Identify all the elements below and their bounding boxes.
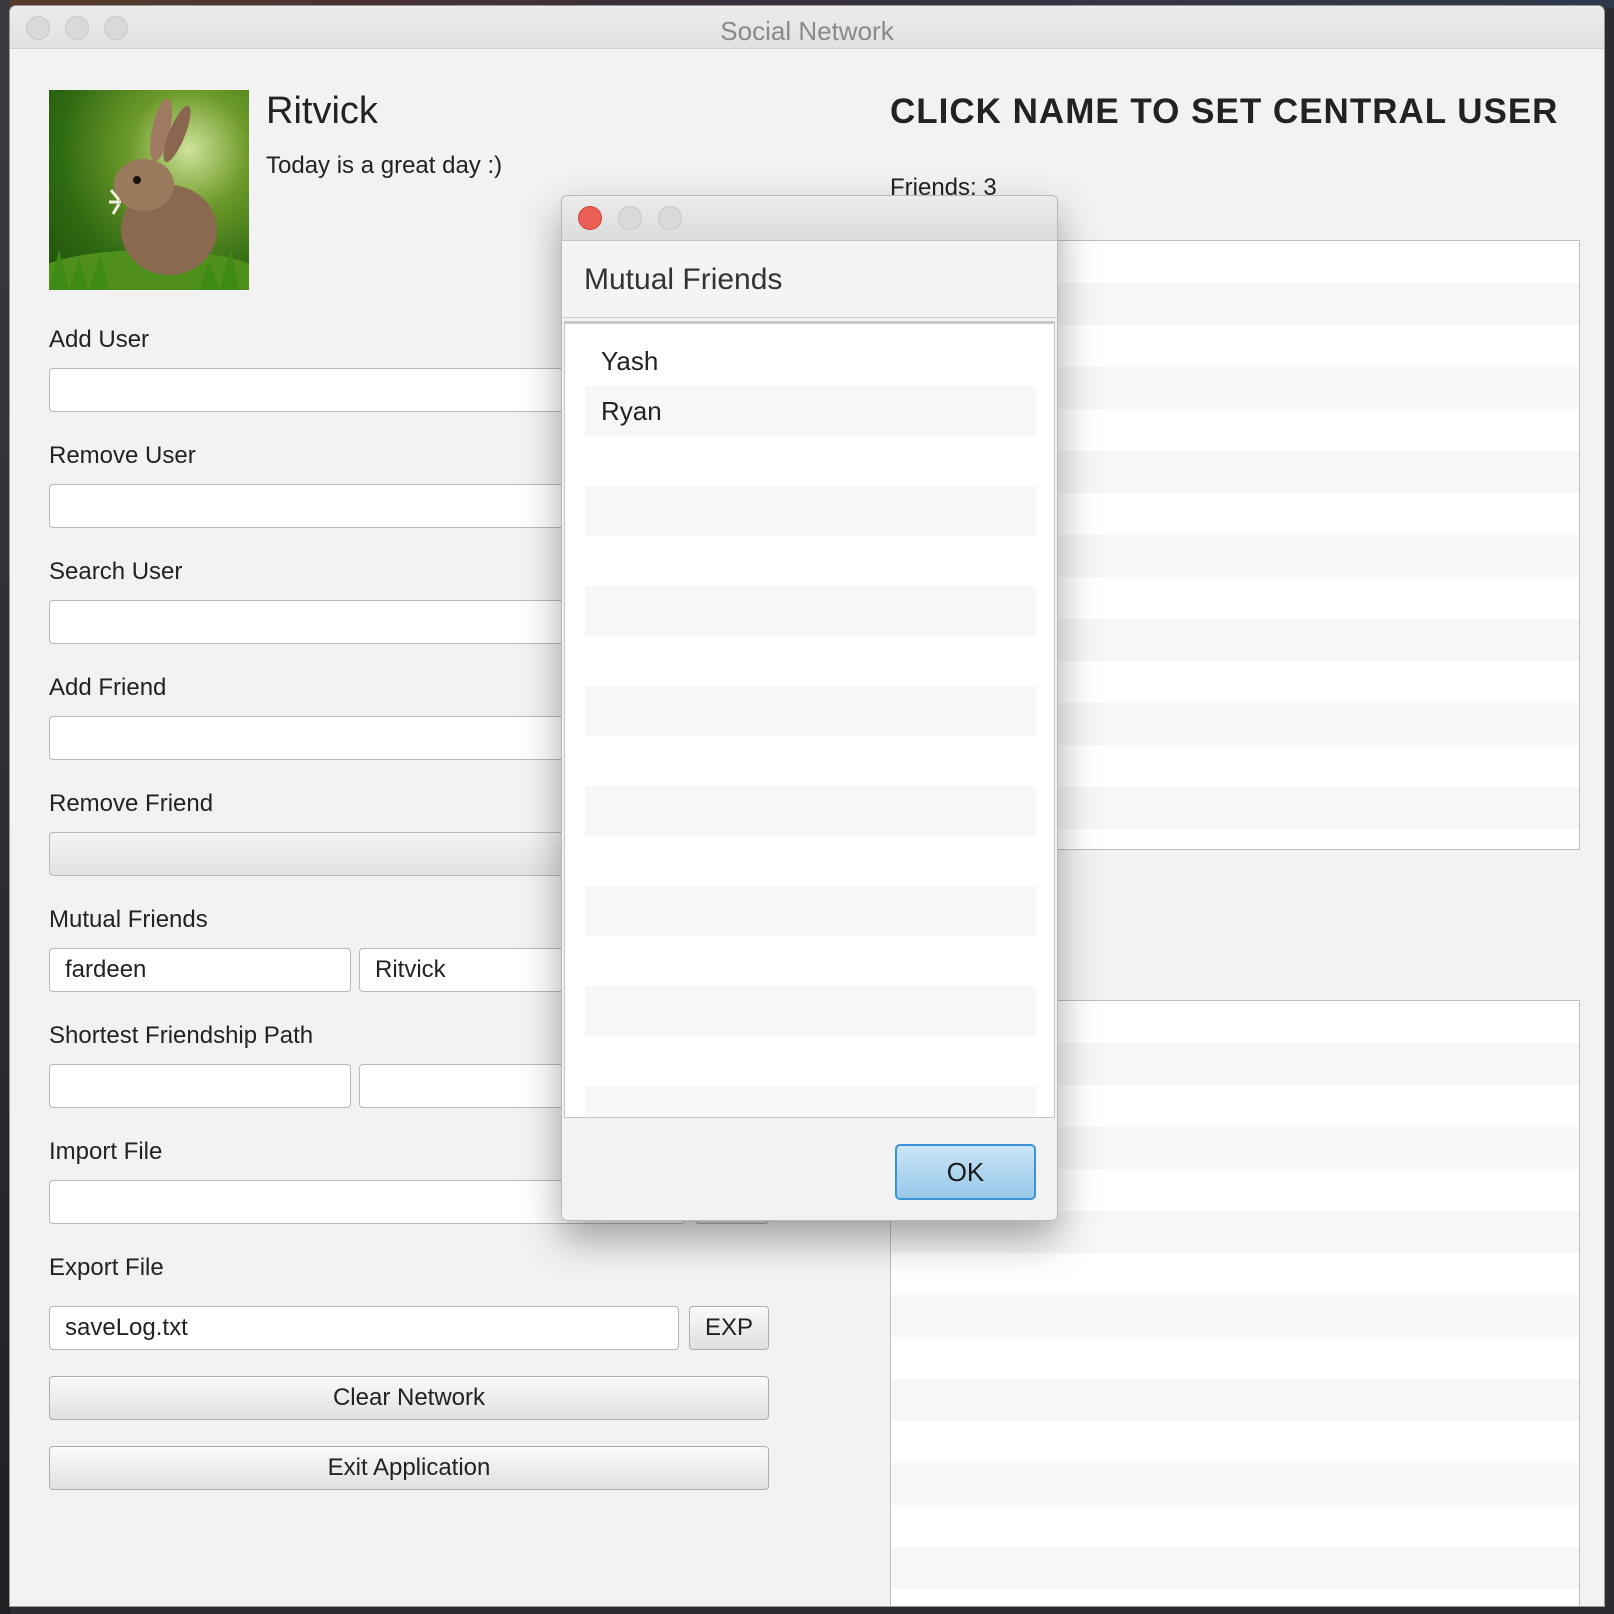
remove-user-label: Remove User xyxy=(49,442,196,469)
empty-row xyxy=(585,536,1036,586)
central-user-heading: CLICK NAME TO SET CENTRAL USER xyxy=(890,92,1559,131)
mutual-friends-label: Mutual Friends xyxy=(49,906,208,933)
empty-row xyxy=(585,636,1036,686)
list-item[interactable]: Yash xyxy=(585,336,1036,386)
empty-row xyxy=(585,836,1036,886)
mutual-friends-dialog: Mutual Friends Yash Ryan OK xyxy=(561,195,1058,1221)
dialog-minimize-button[interactable] xyxy=(618,206,642,230)
dialog-header: Mutual Friends xyxy=(562,241,1057,318)
shortest-path-from-input[interactable] xyxy=(49,1064,351,1108)
empty-row xyxy=(585,1086,1036,1117)
list-item-label: Ryan xyxy=(601,396,662,426)
empty-row xyxy=(585,586,1036,636)
export-file-label: Export File xyxy=(49,1254,164,1281)
empty-row xyxy=(585,1036,1036,1086)
ok-button[interactable]: OK xyxy=(895,1144,1036,1200)
empty-row xyxy=(585,686,1036,736)
add-user-label: Add User xyxy=(49,326,150,353)
empty-row xyxy=(585,986,1036,1036)
remove-friend-label: Remove Friend xyxy=(49,790,214,817)
dialog-title: Mutual Friends xyxy=(584,263,783,296)
background-editor-strip xyxy=(0,0,10,1614)
profile-name: Ritvick xyxy=(266,90,378,132)
empty-row xyxy=(585,936,1036,986)
list-item-label: Yash xyxy=(601,346,659,376)
mutual-friends-list[interactable]: Yash Ryan xyxy=(564,321,1055,1118)
empty-row xyxy=(585,436,1036,486)
empty-row xyxy=(585,786,1036,836)
export-file-input[interactable]: saveLog.txt xyxy=(49,1306,679,1350)
import-file-label: Import File xyxy=(49,1138,163,1165)
list-item[interactable]: Ryan xyxy=(585,386,1036,436)
avatar xyxy=(49,90,249,290)
shortest-path-label: Shortest Friendship Path xyxy=(49,1022,314,1049)
empty-row xyxy=(585,736,1036,786)
exit-application-button[interactable]: Exit Application xyxy=(49,1446,769,1490)
profile-status: Today is a great day :) xyxy=(266,152,503,179)
dialog-zoom-button[interactable] xyxy=(658,206,682,230)
dialog-close-button[interactable] xyxy=(578,206,602,230)
clear-network-button[interactable]: Clear Network xyxy=(49,1376,769,1420)
rabbit-icon xyxy=(49,98,249,290)
add-friend-label: Add Friend xyxy=(49,674,167,701)
export-button[interactable]: EXP xyxy=(689,1306,769,1350)
empty-row xyxy=(585,486,1036,536)
mutual-user1-input[interactable]: fardeen xyxy=(49,948,351,992)
empty-row xyxy=(585,886,1036,936)
window-title: Social Network xyxy=(720,16,894,46)
search-user-label: Search User xyxy=(49,558,183,585)
window-titlebar[interactable]: Social Network xyxy=(10,6,1604,49)
dialog-titlebar[interactable] xyxy=(562,196,1057,241)
